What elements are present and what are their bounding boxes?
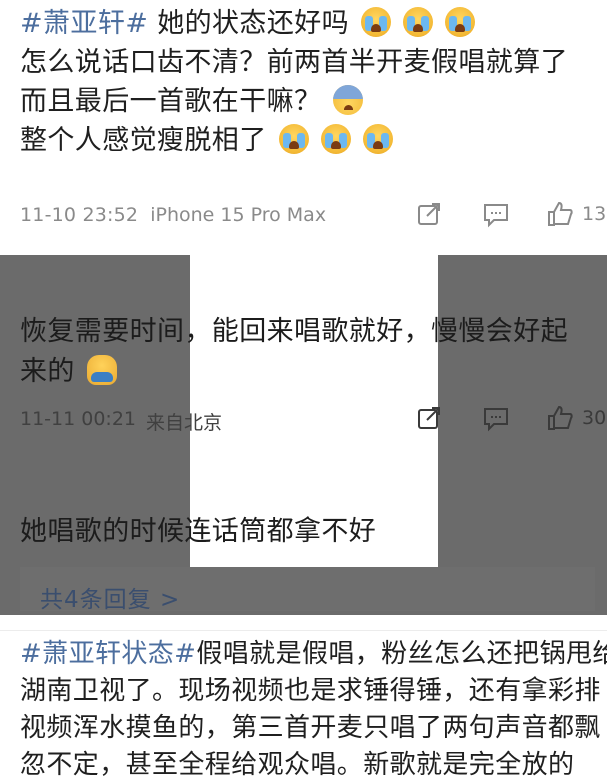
post-2-body: 恢复需要时间，能回来唱歌就好，慢慢会好起 来的 bbox=[20, 312, 607, 392]
like-count: 30 bbox=[582, 407, 607, 429]
view-replies-link[interactable]: 共4条回复 > bbox=[40, 580, 180, 614]
crying-emoji-icon bbox=[403, 7, 434, 37]
share-button[interactable] bbox=[415, 404, 443, 432]
crying-emoji-icon bbox=[278, 124, 309, 154]
post-4-line-2: 湖南卫视了。现场视频也是求锤得锤，还有拿彩排 bbox=[20, 676, 601, 706]
comment-icon bbox=[484, 204, 508, 228]
post-1-line-3: 而且最后一首歌在干嘛？ bbox=[20, 82, 607, 121]
comment-icon bbox=[484, 408, 508, 432]
divider bbox=[0, 630, 607, 631]
post-1-line-4: 整个人感觉瘦脱相了 bbox=[20, 121, 607, 160]
post-2-line-2: 来的 bbox=[20, 352, 607, 392]
post-4-body: #萧亚轩状态#假唱就是假唱，粉丝怎么还把锅甩给 湖南卫视了。现场视频也是求锤得锤… bbox=[20, 636, 607, 781]
hashtag-link[interactable]: #萧亚轩# bbox=[20, 8, 148, 39]
crying-emoji-icon bbox=[445, 7, 475, 37]
anxious-sweat-emoji-icon bbox=[333, 85, 364, 115]
post-1-meta: 11-10 23:52 iPhone 15 Pro Max bbox=[20, 204, 326, 226]
post-1-line-1: #萧亚轩# 她的状态还好吗 bbox=[20, 4, 607, 43]
crying-emoji-icon bbox=[361, 7, 392, 37]
shrug-emoji-icon bbox=[86, 355, 117, 385]
comment-button[interactable] bbox=[482, 404, 510, 432]
post-4-line-3: 视频浑水摸鱼的，第三首开麦只唱了两句声音都飘 bbox=[20, 713, 601, 743]
post-4-line-1: #萧亚轩状态#假唱就是假唱，粉丝怎么还把锅甩给 bbox=[20, 639, 607, 669]
device-label: iPhone 15 Pro Max bbox=[150, 204, 327, 226]
like-button[interactable]: 13 bbox=[546, 200, 606, 228]
comment-button[interactable] bbox=[482, 200, 510, 228]
timestamp: 11-10 23:52 bbox=[20, 204, 139, 226]
like-button[interactable]: 30 bbox=[546, 404, 606, 432]
post-1-body: #萧亚轩# 她的状态还好吗 怎么说话口齿不清？前两首半开麦假唱就算了 而且最后一… bbox=[20, 4, 607, 160]
like-count: 13 bbox=[582, 203, 607, 225]
hashtag-link[interactable]: #萧亚轩状态# bbox=[20, 639, 196, 669]
post-4-line-4: 忽不定，甚至全程给观众唱。新歌就是完全放的 bbox=[20, 750, 575, 780]
thumbs-up-icon bbox=[548, 201, 573, 226]
crying-emoji-icon bbox=[320, 124, 351, 154]
post-1-line-2: 怎么说话口齿不清？前两首半开麦假唱就算了 bbox=[20, 47, 568, 78]
crying-emoji-icon bbox=[362, 124, 393, 154]
thumbs-up-icon bbox=[548, 405, 573, 430]
share-button[interactable] bbox=[415, 200, 443, 228]
share-icon bbox=[418, 203, 440, 225]
location-label: 来自北京 bbox=[146, 412, 223, 434]
post-2-meta: 11-11 00:21 来自北京 bbox=[20, 408, 222, 435]
post-3-body: 她唱歌的时候连话筒都拿不好 bbox=[20, 516, 377, 547]
share-icon bbox=[418, 407, 440, 429]
post-2-line-1: 恢复需要时间，能回来唱歌就好，慢慢会好起 bbox=[20, 316, 568, 347]
timestamp: 11-11 00:21 bbox=[20, 408, 137, 430]
